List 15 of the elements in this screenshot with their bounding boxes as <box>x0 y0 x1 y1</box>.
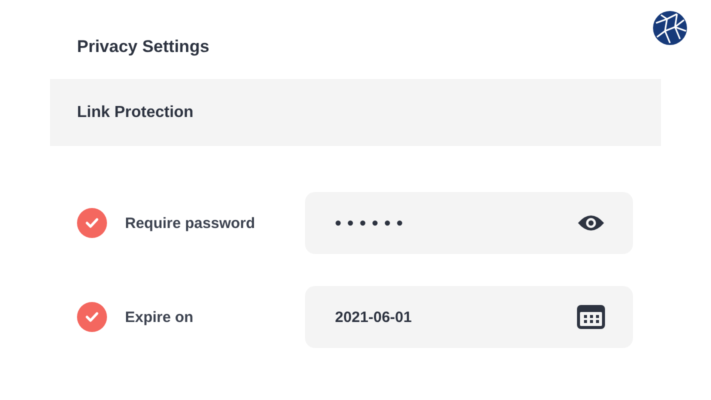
password-field[interactable]: •••••• <box>305 192 633 254</box>
section-title: Link Protection <box>77 104 194 122</box>
date-field[interactable]: 2021-06-01 <box>305 286 633 348</box>
check-icon <box>85 311 99 323</box>
globe-logo-icon <box>653 11 687 45</box>
checkbox[interactable] <box>77 208 107 238</box>
option-label: Require password <box>125 214 256 232</box>
calendar-icon[interactable] <box>577 305 605 329</box>
field-value: 2021-06-01 <box>335 308 412 326</box>
eye-icon[interactable] <box>577 214 605 232</box>
field-value: •••••• <box>335 212 409 234</box>
page-title: Privacy Settings <box>77 36 210 57</box>
check-icon <box>85 217 99 229</box>
checkbox[interactable] <box>77 302 107 332</box>
option-label: Expire on <box>125 308 194 326</box>
